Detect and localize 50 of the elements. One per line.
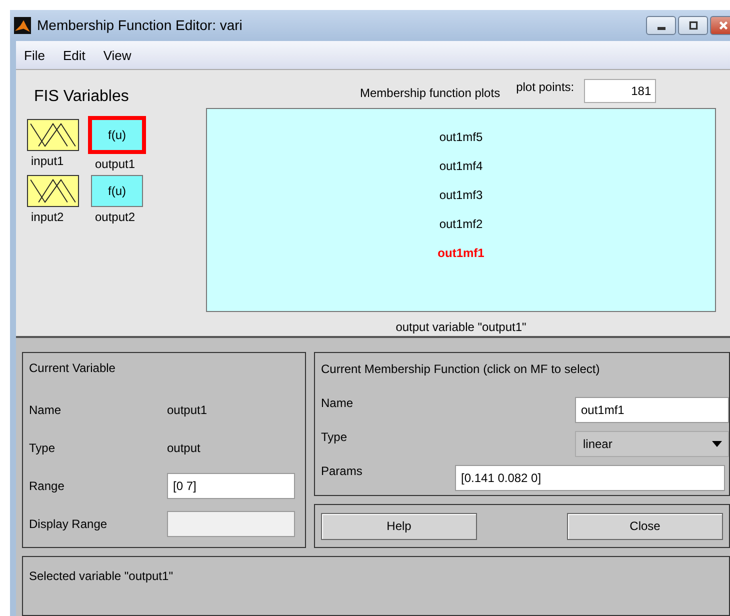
membership-curves-icon (29, 121, 77, 150)
variable-name: input1 (31, 154, 64, 168)
field-label: Type (321, 429, 348, 445)
field-label: Params (321, 463, 364, 479)
membership-function-label[interactable]: out1mf4 (439, 158, 483, 174)
field-label: Name (29, 403, 62, 417)
menu-item[interactable]: File (18, 48, 51, 63)
close-dialog-button[interactable]: Close (567, 512, 723, 540)
minimize-icon (656, 26, 666, 30)
maximize-button[interactable] (678, 16, 708, 35)
membership-function-label[interactable]: out1mf5 (439, 129, 483, 146)
field-label: Type (29, 441, 56, 455)
field-label: Range (29, 479, 66, 493)
window-title: Membership Function Editor: vari (37, 17, 242, 34)
membership-curves-icon (29, 177, 77, 206)
field-label: Display Range (29, 517, 108, 531)
plot-title: Membership function plots (360, 86, 500, 100)
app-logo-icon (14, 16, 31, 34)
caret-icon (712, 441, 722, 447)
membership-function-label[interactable]: out1mf1 (438, 245, 484, 262)
variable-name-value: output1 (167, 403, 208, 417)
input-variable-block[interactable] (27, 175, 79, 208)
minimize-button[interactable] (646, 16, 676, 35)
mf-name-field[interactable]: out1mf1 (575, 397, 729, 423)
mf-params-field[interactable]: [0.141 0.082 0] (455, 465, 725, 491)
plot-caption: output variable "output1" (394, 320, 528, 334)
variable-type-value: output (167, 441, 200, 455)
section-title: FIS Variables (34, 88, 130, 106)
help-button[interactable]: Help (321, 512, 477, 540)
mf-type-dropdown[interactable]: linear (575, 431, 729, 457)
menu-item[interactable]: Edit (56, 48, 92, 63)
status-text: Selected variable "output1" (29, 569, 174, 583)
plot-points-label: plot points: (516, 80, 574, 94)
field-label: Name (321, 395, 354, 411)
range-field[interactable]: [0 7] (167, 473, 295, 499)
input-variable-block[interactable] (27, 119, 79, 152)
maximize-icon (688, 20, 698, 31)
menu-item[interactable]: View (97, 48, 138, 63)
variable-name: input2 (31, 210, 64, 224)
close-icon (718, 20, 728, 31)
output-variable-block[interactable]: f(u) (91, 175, 143, 208)
variable-name: output2 (95, 210, 136, 224)
panel-title: Current Variable (29, 361, 116, 375)
output-variable-block[interactable]: f(u) (88, 116, 146, 154)
membership-function-label[interactable]: out1mf2 (439, 216, 483, 232)
plot-points-field[interactable]: 181 (584, 79, 656, 104)
panel-title: Current Membership Function (click on MF to select) (321, 361, 601, 377)
close-button[interactable] (710, 16, 730, 35)
membership-function-label[interactable]: out1mf3 (439, 187, 483, 204)
variable-name: output1 (95, 157, 136, 172)
